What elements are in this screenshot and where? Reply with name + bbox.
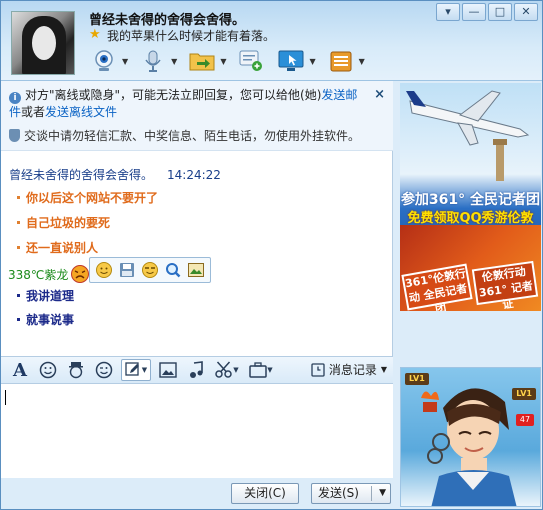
message-history-button[interactable]: 消息记录 ▼ (311, 361, 387, 378)
toolbox-button[interactable]: ▼ (247, 359, 275, 381)
message-line: 自己垃圾的要死 (17, 214, 110, 231)
chevron-down-icon[interactable]: ▼ (359, 57, 365, 66)
chevron-down-icon: ▼ (233, 366, 239, 374)
clock-icon (311, 362, 325, 377)
chat-add-icon (239, 50, 263, 71)
video-call-button[interactable] (89, 47, 119, 75)
contact-signature: 我的苹果什么时候才能有着落。 (107, 29, 276, 43)
music-button[interactable] (185, 359, 207, 381)
bottom-bar: 关闭(C) 发送(S) ▼ (1, 478, 393, 509)
ad-badge-left: 361°伦敦行动 全民记者团 (401, 263, 473, 311)
qq-show-avatar[interactable]: LV1 LV1 47 (400, 367, 541, 507)
quick-action-popup (89, 257, 211, 283)
minimize-button[interactable]: — (462, 3, 486, 21)
voice-call-button[interactable] (138, 47, 168, 75)
notice-text-middle: 或者 (21, 105, 46, 119)
send-image-button[interactable] (157, 359, 179, 381)
star-icon: ★ (89, 27, 101, 42)
message-header: 曾经未舍得的舍得会舍得。 14:24:22 (9, 166, 221, 183)
advertisement-banner[interactable]: 参加361° 全民记者团 免费领取QQ秀游伦敦 361°伦敦行动 全民记者团 伦… (400, 83, 541, 311)
screenshot-button[interactable]: ▼ (213, 359, 241, 381)
chevron-down-icon[interactable]: ▼ (122, 57, 128, 66)
shield-icon (9, 129, 20, 142)
airplane-icon (406, 90, 530, 181)
briefcase-icon (249, 362, 268, 378)
security-warning: 交谈中请勿轻信汇款、中奖信息、陌生电话，勿使用外挂软件。 (24, 129, 361, 143)
notice-text: 对方"离线或隐身"，可能无法立即回复，您可以给他(她) (25, 88, 322, 102)
angry-face-icon (71, 265, 90, 283)
face-hat-icon (69, 362, 83, 379)
chevron-down-icon: ▼ (267, 366, 273, 374)
microphone-icon (145, 50, 161, 72)
monitor-cursor-icon (278, 50, 304, 71)
message-sender: 曾经未舍得的舍得会舍得。 (9, 168, 154, 182)
chevron-down-icon[interactable]: ▼ (379, 484, 386, 503)
input-toolbar: A ▼ ▼ ▼ 消息记录 ▼ (1, 356, 393, 384)
magic-emoji-button[interactable] (65, 359, 87, 381)
close-window-button[interactable]: ✕ (514, 3, 538, 21)
ad-badge-right: 伦敦行动 361° 记者证 (471, 260, 539, 311)
close-button[interactable]: 关闭(C) (231, 483, 299, 504)
search-icon[interactable] (164, 261, 182, 279)
doodle-button[interactable]: ▼ (121, 359, 151, 381)
send-file-button[interactable] (187, 47, 217, 75)
window-controls: ▾ — □ ✕ (436, 3, 538, 21)
emoji-button[interactable] (37, 359, 59, 381)
webcam-icon (95, 50, 113, 71)
folder-arrow-icon (189, 53, 215, 71)
cartoon-boy-icon (421, 388, 517, 506)
music-note-icon (190, 361, 203, 378)
menu-button[interactable]: ▾ (436, 3, 460, 21)
contact-name: 曾经未舍得的舍得会舍得。 (89, 13, 246, 28)
chevron-down-icon[interactable]: ▼ (220, 57, 226, 66)
save-icon[interactable] (118, 261, 136, 279)
image-icon[interactable] (187, 261, 205, 279)
message-line: 还一直说别人 (17, 239, 98, 256)
chat-window: 曾经未舍得的舍得会舍得。 ★ 我的苹果什么时候才能有着落。 ▾ — □ ✕ ▼ … (0, 0, 543, 510)
app-box-button[interactable] (326, 47, 356, 75)
pencil-box-icon (125, 362, 139, 376)
app-box-icon (330, 51, 352, 72)
message-line: 我讲道理 (17, 287, 74, 304)
maximize-button[interactable]: □ (488, 3, 512, 21)
wink-button[interactable] (93, 359, 115, 381)
create-discussion-button[interactable] (236, 47, 266, 75)
chevron-down-icon[interactable]: ▼ (171, 57, 177, 66)
window-header: 曾经未舍得的舍得会舍得。 ★ 我的苹果什么时候才能有着落。 ▾ — □ ✕ ▼ … (1, 1, 542, 81)
ad-headline: 参加361° 全民记者团 (400, 192, 541, 208)
text-caret (5, 390, 6, 405)
message-area[interactable]: i 对方"离线或隐身"，可能无法立即回复，您可以给他(她)发送邮件或者发送离线文件… (1, 81, 393, 356)
send-offline-file-link[interactable]: 发送离线文件 (45, 105, 117, 119)
message-input[interactable] (1, 384, 393, 478)
close-notice-icon[interactable]: × (374, 87, 385, 102)
message-time: 14:24:22 (167, 168, 221, 182)
picture-icon (159, 362, 177, 378)
chevron-down-icon: ▼ (380, 365, 387, 374)
emoji-add-icon[interactable] (95, 261, 113, 279)
font-icon[interactable]: A (9, 359, 31, 381)
wink-icon (95, 361, 113, 379)
ad-subline: 免费领取QQ秀游伦敦 (407, 211, 534, 226)
message-history-label: 消息记录 (328, 363, 377, 377)
message-line: 你以后这个网站不要开了 (17, 189, 158, 206)
other-user-line: 338℃紫龙 (8, 264, 90, 284)
other-user-name[interactable]: 338℃紫龙 (8, 266, 68, 283)
message-line: 就事说事 (17, 311, 74, 328)
favorite-emoji-icon[interactable] (141, 261, 159, 279)
info-icon: i (9, 92, 21, 104)
contact-avatar[interactable] (11, 11, 75, 75)
chevron-down-icon: ▼ (141, 366, 148, 374)
send-button-label: 发送(S) (318, 486, 359, 500)
offline-notice: i 对方"离线或隐身"，可能无法立即回复，您可以给他(她)发送邮件或者发送离线文件… (1, 81, 393, 151)
chevron-down-icon[interactable]: ▼ (309, 57, 315, 66)
send-button[interactable]: 发送(S) ▼ (311, 483, 391, 504)
main-toolbar: ▼ ▼ ▼ ▼ ▼ (89, 47, 365, 75)
smiley-icon (39, 361, 57, 379)
remote-assist-button[interactable] (276, 47, 306, 75)
scissors-icon (215, 361, 233, 378)
